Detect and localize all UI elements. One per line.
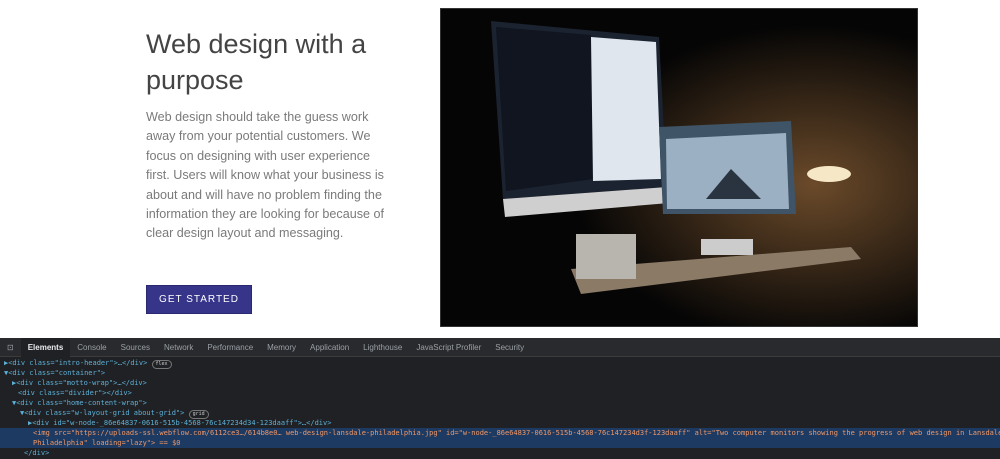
dom-node[interactable]: ▼<div class="w-layout-grid about-grid"> … bbox=[0, 408, 1000, 419]
tab-memory[interactable]: Memory bbox=[260, 338, 303, 357]
monitors-photo bbox=[440, 8, 918, 327]
inspect-element-icon[interactable]: ⊡ bbox=[0, 338, 21, 357]
tab-application[interactable]: Application bbox=[303, 338, 356, 357]
flex-badge[interactable]: flex bbox=[151, 360, 172, 369]
dom-node[interactable]: ▼<div class="home-content-wrap"> bbox=[0, 398, 1000, 408]
get-started-button[interactable]: GET STARTED bbox=[146, 285, 252, 314]
dom-node[interactable]: ▶<div id="w-node-_86e64837-0616-515b-456… bbox=[0, 418, 1000, 428]
dom-node[interactable]: <div class="divider"></div> bbox=[0, 388, 1000, 398]
node-text: ▼<div class="w-layout-grid about-grid"> bbox=[20, 409, 185, 417]
dom-node[interactable]: ▼<div class="container"> bbox=[0, 368, 1000, 378]
tab-lighthouse[interactable]: Lighthouse bbox=[356, 338, 409, 357]
tab-sources[interactable]: Sources bbox=[114, 338, 157, 357]
selected-node-line-2: Philadelphia" loading="lazy"> == $0 bbox=[33, 439, 181, 447]
tab-console[interactable]: Console bbox=[70, 338, 113, 357]
devtools-panel: ⊡ Elements Console Sources Network Perfo… bbox=[0, 337, 1000, 459]
dom-node[interactable]: </div> bbox=[0, 448, 1000, 458]
tab-security[interactable]: Security bbox=[488, 338, 531, 357]
tab-elements[interactable]: Elements bbox=[20, 337, 71, 357]
tab-javascript-profiler[interactable]: JavaScript Profiler bbox=[409, 338, 488, 357]
devtools-tab-bar: ⊡ Elements Console Sources Network Perfo… bbox=[0, 337, 1000, 357]
dom-node[interactable]: ▶<div class="intro-header">…</div> flex bbox=[0, 358, 1000, 369]
selected-dom-node[interactable]: <img src="https://uploads-ssl.webflow.co… bbox=[0, 428, 1000, 448]
tab-network[interactable]: Network bbox=[157, 338, 200, 357]
tab-performance[interactable]: Performance bbox=[200, 338, 260, 357]
node-text: ▶<div class="intro-header">…</div> bbox=[4, 359, 148, 367]
selected-node-line-1: <img src="https://uploads-ssl.webflow.co… bbox=[33, 429, 1000, 437]
page-title: Web design with a purpose bbox=[146, 29, 367, 95]
intro-paragraph: Web design should take the guess work aw… bbox=[146, 110, 385, 241]
web-page: Web design with a purpose Web design sho… bbox=[0, 0, 1000, 338]
dom-node[interactable]: ▶<div class="motto-wrap">…</div> bbox=[0, 378, 1000, 388]
